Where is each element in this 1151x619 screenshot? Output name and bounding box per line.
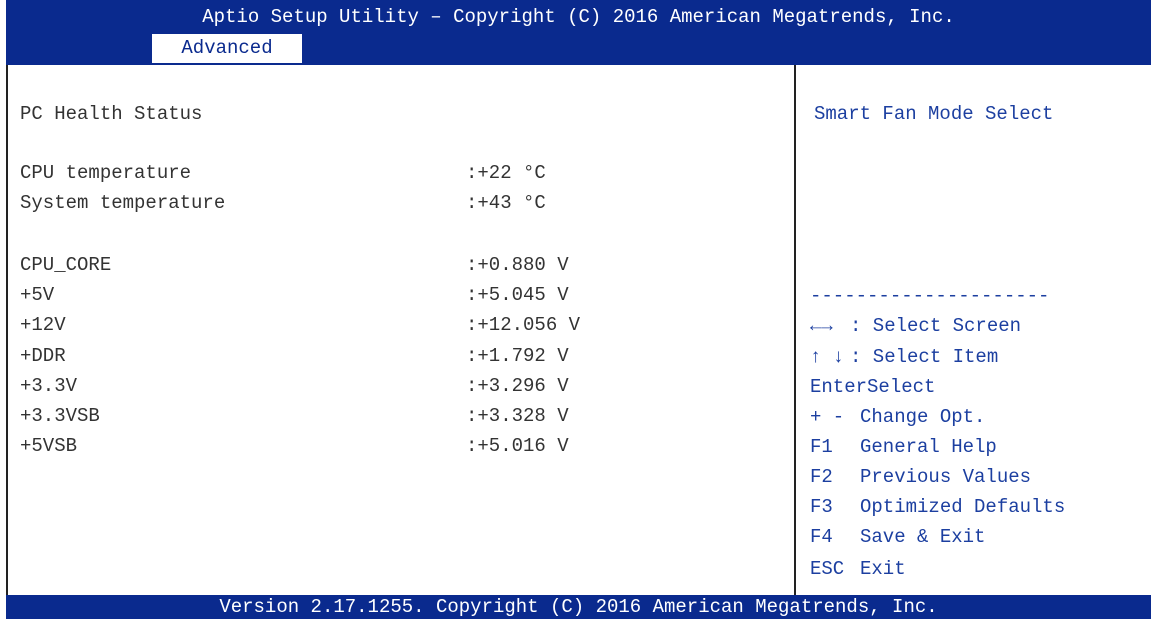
hint-exit: ESC Exit xyxy=(810,554,906,584)
hint-optimized-defaults: F3 Optimized Defaults xyxy=(810,492,1065,522)
voltage-12v-value: :+12.056 V xyxy=(466,314,581,336)
section-title: PC Health Status xyxy=(20,103,203,125)
hint-select-screen: ←→ : Select Screen xyxy=(810,311,1021,341)
voltage-3v3-value: :+3.296 V xyxy=(466,375,569,397)
cpu-temperature-label: CPU temperature xyxy=(20,162,192,184)
cpu-core-value: :+0.880 V xyxy=(466,254,569,276)
hint-desc: Optimized Defaults xyxy=(860,496,1066,518)
voltage-3v3-label: +3.3V xyxy=(20,375,78,397)
hint-general-help: F1 General Help xyxy=(810,432,997,462)
voltage-5vsb-label: +5VSB xyxy=(20,435,78,457)
hint-previous-values: F2 Previous Values xyxy=(810,462,1031,492)
voltage-5v-value: :+5.045 V xyxy=(466,284,569,306)
hint-select-item: ↑ ↓: Select Item xyxy=(810,342,998,372)
hint-key: F2 xyxy=(810,466,833,488)
voltage-5vsb-value: :+5.016 V xyxy=(466,435,569,457)
help-separator: --------------------- xyxy=(810,285,1050,307)
system-temperature-value: :+43 °C xyxy=(466,192,546,214)
hint-key: ESC xyxy=(810,558,845,580)
hint-key: + - xyxy=(810,406,845,428)
hint-desc: : Select Item xyxy=(850,346,999,368)
help-text: Smart Fan Mode Select xyxy=(814,103,1054,125)
hint-desc: Select xyxy=(867,376,936,398)
footer-bar: Version 2.17.1255. Copyright (C) 2016 Am… xyxy=(6,595,1151,619)
tab-advanced[interactable]: Advanced xyxy=(150,34,302,63)
hint-desc: Previous Values xyxy=(860,466,1032,488)
voltage-5v-label: +5V xyxy=(20,284,55,306)
tab-bar: Advanced xyxy=(6,34,1151,65)
hint-desc: Change Opt. xyxy=(860,406,986,428)
hint-desc: Save & Exit xyxy=(860,526,986,548)
hint-enter: EnterSelect xyxy=(810,372,935,402)
voltage-3v3sb-value: :+3.328 V xyxy=(466,405,569,427)
hint-save-exit: F4 Save & Exit xyxy=(810,522,985,552)
hint-key: F4 xyxy=(810,526,833,548)
hint-key: F3 xyxy=(810,496,833,518)
bios-screen: Aptio Setup Utility – Copyright (C) 2016… xyxy=(0,0,1151,619)
hint-desc: General Help xyxy=(860,436,997,458)
panel-divider xyxy=(794,65,796,595)
hint-key: Enter xyxy=(810,376,868,398)
arrows-left-right-icon: ←→ xyxy=(810,315,833,337)
voltage-3v3sb-label: +3.3VSB xyxy=(20,405,100,427)
title-bar: Aptio Setup Utility – Copyright (C) 2016… xyxy=(6,0,1151,34)
system-temperature-label: System temperature xyxy=(20,192,226,214)
cpu-core-label: CPU_CORE xyxy=(20,254,112,276)
arrows-up-down-icon: ↑ ↓ xyxy=(810,346,845,368)
hint-change-opt: + - Change Opt. xyxy=(810,402,985,432)
hint-desc: : Select Screen xyxy=(850,315,1022,337)
hint-desc: Exit xyxy=(860,558,906,580)
voltage-ddr-label: +DDR xyxy=(20,345,66,367)
cpu-temperature-value: :+22 °C xyxy=(466,162,546,184)
voltage-12v-label: +12V xyxy=(20,314,66,336)
hint-key: F1 xyxy=(810,436,833,458)
voltage-ddr-value: :+1.792 V xyxy=(466,345,569,367)
